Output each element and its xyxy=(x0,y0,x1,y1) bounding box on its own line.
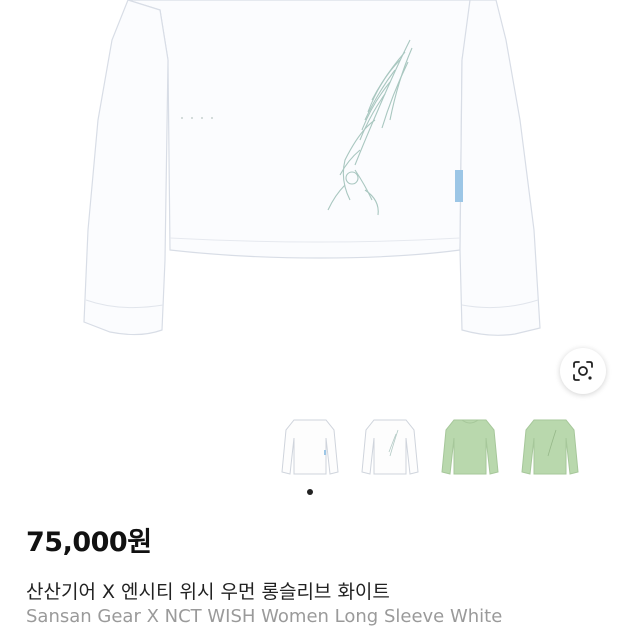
thumbnail-white-front[interactable] xyxy=(280,416,340,480)
long-sleeve-shirt-image xyxy=(83,0,541,336)
white-tee-front-icon xyxy=(281,419,339,475)
lens-icon xyxy=(573,361,593,381)
white-tee-back-icon xyxy=(361,419,419,475)
thumbnail-white-back[interactable] xyxy=(360,416,420,480)
gallery-page-indicator xyxy=(307,489,313,495)
side-tag xyxy=(455,170,463,202)
thumbnail-strip xyxy=(280,416,580,480)
product-price: 75,000원 xyxy=(26,527,152,558)
thumbnail-green-back[interactable] xyxy=(520,416,580,480)
thumbnail-green-front[interactable] xyxy=(440,416,500,480)
product-title-korean: 산산기어 X 엔시티 위시 우먼 롱슬리브 화이트 xyxy=(26,581,390,603)
product-main-image[interactable] xyxy=(0,0,620,400)
image-search-button[interactable] xyxy=(560,348,606,394)
green-tee-back-icon xyxy=(521,419,579,475)
product-title-english: Sansan Gear X NCT WISH Women Long Sleeve… xyxy=(26,606,503,627)
green-tee-front-icon xyxy=(441,419,499,475)
